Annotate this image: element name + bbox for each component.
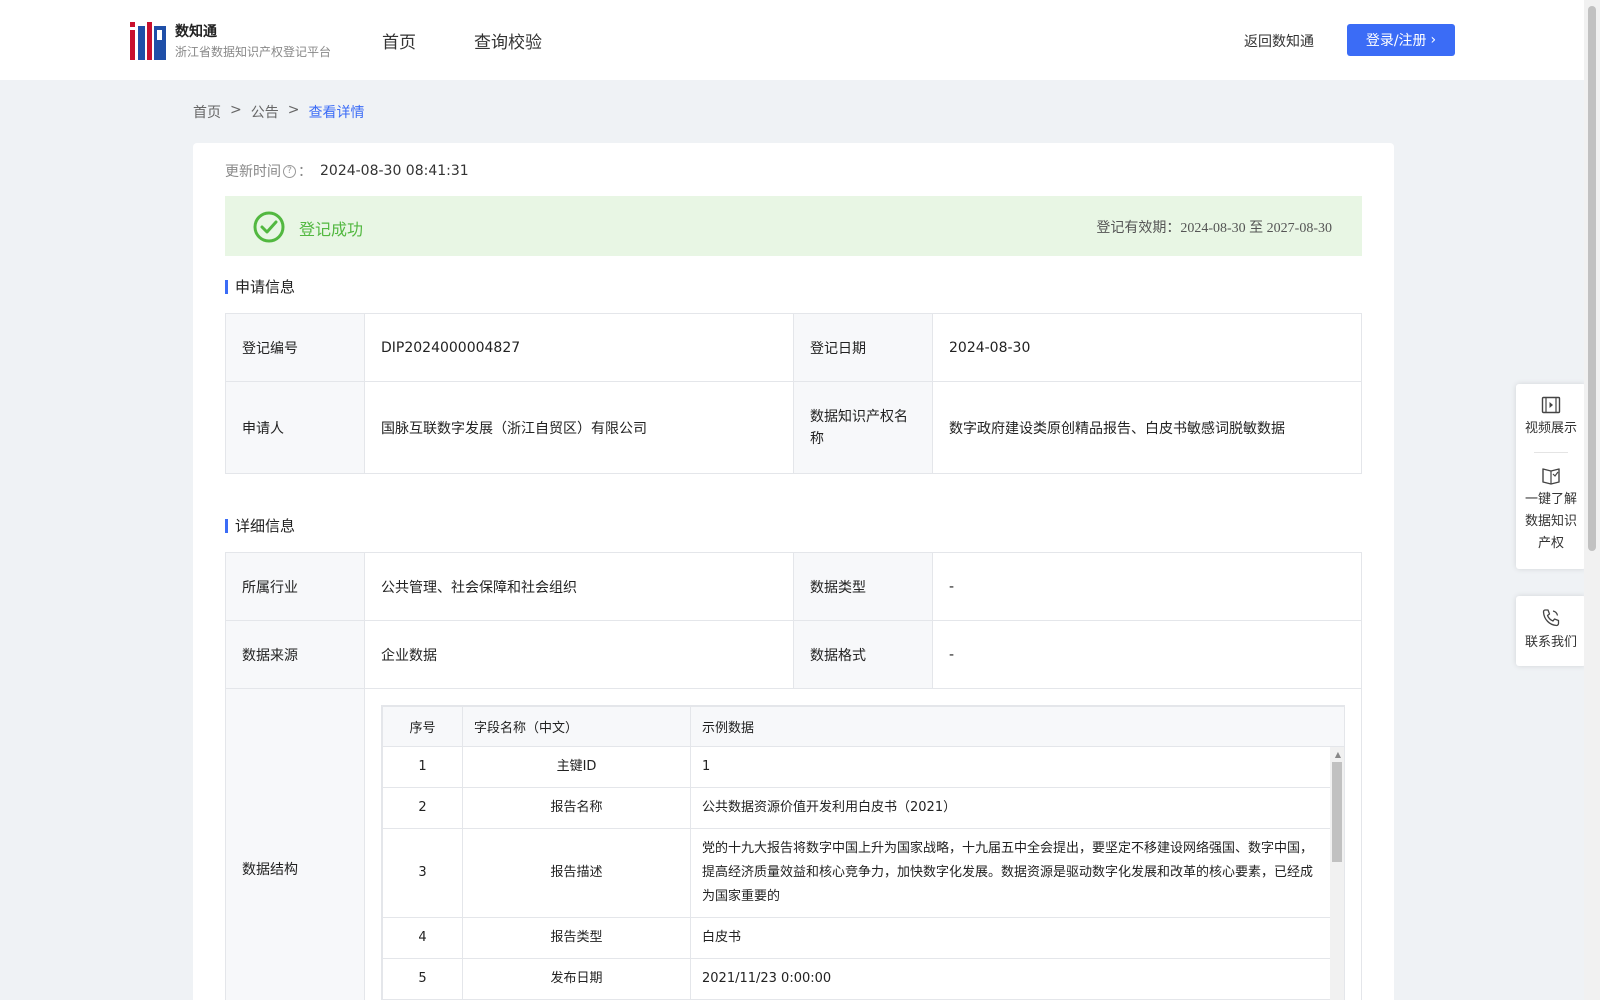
validity-label: 登记有效期： (1096, 220, 1181, 236)
format-value: - (932, 620, 1362, 689)
industry-value: 公共管理、社会保障和社会组织 (364, 552, 794, 621)
reg-no-label: 登记编号 (225, 313, 365, 382)
float-panel-bottom: 联系我们 (1516, 596, 1586, 666)
learn-ip-label: 一键了解数据知识产权 (1524, 492, 1577, 551)
question-icon[interactable]: ? (283, 164, 296, 178)
table-row: 1 主键ID 1 (382, 746, 1344, 788)
section-title-apply: 申请信息 (225, 276, 295, 297)
validity-value: 2024-08-30 至 2027-08-30 (1180, 221, 1332, 236)
chevron-right-icon: › (1430, 32, 1437, 48)
applicant-label: 申请人 (225, 381, 365, 474)
table-scroll-thumb[interactable] (1332, 762, 1342, 862)
back-to-shuzhitong-link[interactable]: 返回数知通 (1244, 31, 1314, 51)
update-time-value: 2024-08-30 08:41:31 (320, 163, 469, 179)
nav-home[interactable]: 首页 (382, 28, 416, 53)
phone-icon (1542, 609, 1560, 627)
col-header-sample: 示例数据 (690, 706, 1344, 747)
reg-no-value: DIP2024000004827 (364, 313, 794, 382)
ip-name-value: 数字政府建设类原创精品报告、白皮书敏感词脱敏数据 (932, 381, 1362, 474)
section-marker (225, 518, 228, 533)
brand-subtitle: 浙江省数据知识产权登记平台 (175, 45, 332, 59)
update-time-label: 更新时间 (225, 164, 281, 180)
structure-table: 序号 字段名称（中文） 示例数据 1 主键ID 1 2 报告名称 公共数据资源价… (382, 706, 1344, 1000)
industry-label: 所属行业 (225, 552, 365, 621)
detail-info-table: 所属行业 公共管理、社会保障和社会组织 数据类型 - 数据来源 企业数据 数据格… (225, 552, 1362, 1000)
book-icon (1542, 468, 1560, 485)
table-row: 5 发布日期 2021/11/23 0:00:00 (382, 958, 1344, 1000)
page-scroll-thumb[interactable] (1588, 6, 1596, 551)
update-time: 更新时间 ? ： 2024-08-30 08:41:31 (225, 163, 469, 180)
reg-date-label: 登记日期 (793, 313, 933, 382)
breadcrumb-separator: > (287, 102, 300, 118)
table-row: 3 报告描述 党的十九大报告将数字中国上升为国家战略，十九届五中全会提出，要坚定… (382, 828, 1344, 918)
scroll-up-arrow-icon[interactable]: ▲ (1335, 750, 1341, 759)
section-title-detail: 详细信息 (225, 515, 295, 536)
contact-us-label: 联系我们 (1524, 635, 1577, 650)
section-marker (225, 279, 228, 294)
breadcrumb-notice[interactable]: 公告 (251, 102, 279, 122)
structure-table-wrapper[interactable]: 序号 字段名称（中文） 示例数据 1 主键ID 1 2 报告名称 公共数据资源价… (381, 705, 1345, 1000)
brand-title: 数知通 (175, 24, 217, 40)
breadcrumb-home[interactable]: 首页 (193, 102, 221, 122)
structure-cell: 序号 字段名称（中文） 示例数据 1 主键ID 1 2 报告名称 公共数据资源价… (364, 688, 1362, 1000)
structure-label: 数据结构 (225, 688, 365, 1000)
col-header-index: 序号 (382, 706, 463, 747)
contact-us-button[interactable]: 联系我们 (1516, 608, 1586, 654)
data-type-value: - (932, 552, 1362, 621)
video-showcase-label: 视频展示 (1524, 421, 1577, 436)
data-type-label: 数据类型 (793, 552, 933, 621)
status-banner: 登记成功 登记有效期：2024-08-30 至 2027-08-30 (225, 196, 1362, 256)
breadcrumb-separator: > (230, 102, 242, 118)
learn-ip-button[interactable]: 一键了解数据知识产权 (1516, 465, 1586, 555)
breadcrumb: 首页 > 公告 > 查看详情 (193, 102, 364, 122)
col-header-field-name: 字段名称（中文） (462, 706, 691, 747)
check-circle-icon (253, 211, 285, 243)
apply-info-table: 登记编号 DIP2024000004827 登记日期 2024-08-30 申请… (225, 313, 1362, 474)
login-register-button[interactable]: 登录/注册 › (1347, 24, 1455, 56)
status-text: 登记成功 (299, 220, 364, 239)
table-row: 2 报告名称 公共数据资源价值开发利用白皮书（2021） (382, 787, 1344, 829)
table-row: 4 报告类型 白皮书 (382, 917, 1344, 959)
source-value: 企业数据 (364, 620, 794, 689)
nav-query-verify[interactable]: 查询校验 (474, 28, 542, 53)
float-panel-top: 视频展示 一键了解数据知识产权 (1516, 384, 1586, 569)
breadcrumb-current: 查看详情 (308, 105, 365, 121)
top-header: 数知通 浙江省数据知识产权登记平台 首页 查询校验 返回数知通 登录/注册 › (0, 0, 1584, 80)
platform-logo[interactable] (130, 22, 166, 60)
video-showcase-button[interactable]: 视频展示 (1516, 396, 1586, 440)
applicant-value: 国脉互联数字发展（浙江自贸区）有限公司 (364, 381, 794, 474)
divider (1534, 452, 1568, 453)
detail-card: 更新时间 ? ： 2024-08-30 08:41:31 登记成功 登记有效期：… (193, 143, 1394, 1000)
video-icon (1541, 396, 1561, 414)
ip-name-label: 数据知识产权名称 (793, 381, 933, 474)
login-register-label: 登录/注册 (1365, 33, 1427, 49)
reg-date-value: 2024-08-30 (932, 313, 1362, 382)
format-label: 数据格式 (793, 620, 933, 689)
validity-period: 登记有效期：2024-08-30 至 2027-08-30 (1096, 217, 1332, 237)
source-label: 数据来源 (225, 620, 365, 689)
